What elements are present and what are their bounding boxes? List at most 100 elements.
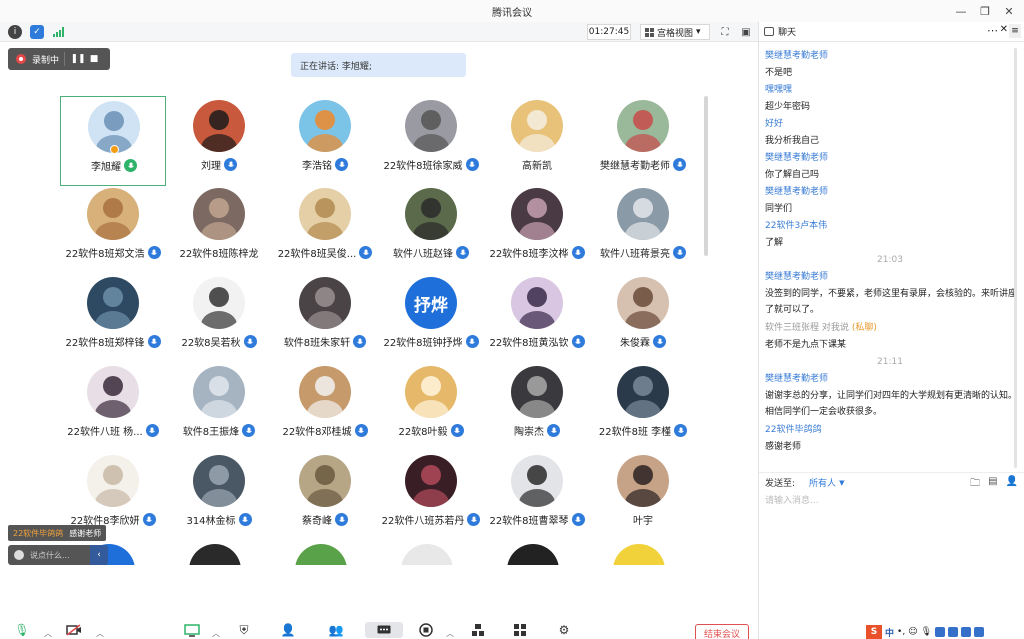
participant-tile[interactable]: 314林金标 <box>166 451 272 541</box>
camera-off-icon[interactable] <box>66 622 82 638</box>
signal-icon[interactable] <box>52 25 66 39</box>
participant-tile[interactable]: 朱俊霖 <box>590 273 696 363</box>
participant-tile[interactable]: 樊继慧考勤老师 <box>590 96 696 186</box>
participant-tile[interactable]: 刘理 <box>166 96 272 186</box>
participant-tile[interactable]: 李浩铭 <box>272 96 378 186</box>
chat-sender[interactable]: 樊继慧考勤老师 <box>765 48 828 65</box>
breakout-rooms-icon[interactable] <box>470 622 486 638</box>
grid-scrollbar[interactable] <box>704 96 708 256</box>
participant-tile[interactable]: 22软件8班 李槿 <box>590 362 696 452</box>
emoji-icon[interactable] <box>14 550 24 560</box>
file-icon[interactable]: 🗀 <box>970 476 980 493</box>
info-icon[interactable]: i <box>8 25 22 39</box>
chat-scrollbar[interactable] <box>1014 48 1017 468</box>
user-settings-icon[interactable]: 👤 <box>1006 476 1018 493</box>
participant-name: 朱俊霖 <box>620 338 650 349</box>
participant-tile[interactable]: 软件八班赵锋 <box>378 184 484 274</box>
pause-recording-button[interactable]: ❚❚ <box>70 51 86 67</box>
ime-logo-icon[interactable]: S <box>866 625 882 639</box>
chevron-up-icon[interactable]: ︿ <box>96 628 104 639</box>
participant-tile[interactable]: 高新凯 <box>484 96 590 186</box>
chevron-up-icon[interactable]: ︿ <box>446 628 454 639</box>
screenshot-icon[interactable]: ▤ <box>988 476 997 493</box>
participant-tile[interactable]: 22软件8班黄泓钦 <box>484 273 590 363</box>
chat-sender[interactable]: 嘿嘿嘿 <box>765 82 792 99</box>
participant-tile[interactable]: 22软件8班徐家威 <box>378 96 484 186</box>
participant-tile[interactable]: 22软件八班 杨... <box>60 362 166 452</box>
members-icon[interactable]: 👥 <box>328 622 344 638</box>
chat-preview[interactable]: 22软件毕鸽鸽 感谢老师 <box>8 525 107 541</box>
participant-tile[interactable]: 22软件8班吴俊... <box>272 184 378 274</box>
participant-name-row: 刘理 <box>166 157 272 172</box>
participant-tile[interactable]: 22软8叶毅 <box>378 362 484 452</box>
stop-recording-button[interactable]: ■ <box>86 51 102 67</box>
participant-tile[interactable]: 22软件8邓桂城 <box>272 362 378 452</box>
participant-name: 高新凯 <box>522 161 552 172</box>
invite-member-icon[interactable]: 👤 <box>280 622 296 638</box>
participant-tile[interactable]: 22软8吴若秋 <box>166 273 272 363</box>
end-meeting-button[interactable]: 结束会议 <box>695 624 749 639</box>
chat-button[interactable] <box>365 622 403 638</box>
minimize-button[interactable]: — <box>952 2 970 20</box>
microphone-icon[interactable]: 🎙 <box>921 627 932 637</box>
close-button[interactable]: ✕ <box>1000 2 1018 20</box>
chat-sender[interactable]: 樊继慧考勤老师 <box>765 371 828 388</box>
chat-sender[interactable]: 22软件毕鸽鸽 <box>765 422 821 439</box>
participant-tile[interactable]: 22软件8班郑文浩 <box>60 184 166 274</box>
avatar[interactable] <box>613 544 665 565</box>
window-controls: — ❐ ✕ <box>952 2 1018 20</box>
shirt-icon[interactable] <box>961 627 972 637</box>
avatar[interactable] <box>507 544 559 565</box>
chat-input[interactable]: 请输入消息... <box>765 493 819 506</box>
participant-tile[interactable]: 软件八班蒋景亮 <box>590 184 696 274</box>
chat-sender[interactable]: 22软件3卢本伟 <box>765 218 827 235</box>
restore-button[interactable]: ❐ <box>976 2 994 20</box>
participant-tile[interactable]: 22软件八班苏若丹 <box>378 451 484 541</box>
chevron-up-icon[interactable]: ︿ <box>44 628 52 639</box>
settings-gear-icon[interactable]: ⚙ <box>556 622 572 638</box>
more-options-icon[interactable]: ⋯ <box>987 24 998 37</box>
participant-tile[interactable]: 李旭耀 <box>60 96 166 186</box>
emoji-icon[interactable]: ☺ <box>908 627 917 637</box>
avatar[interactable] <box>295 544 347 565</box>
apps-icon[interactable] <box>512 622 528 638</box>
participant-tile[interactable]: 22软件8班李汶桦 <box>484 184 590 274</box>
punctuation-icon[interactable]: •, <box>897 627 905 637</box>
quick-chat-input[interactable]: 说点什么... ‹ <box>8 545 108 565</box>
avatar[interactable] <box>189 544 241 565</box>
chat-sender[interactable]: 樊继慧考勤老师 <box>765 150 828 167</box>
security-icon[interactable]: ⛨ <box>236 622 252 638</box>
record-button-icon[interactable] <box>418 622 434 638</box>
microphone-icon <box>238 513 252 526</box>
microphone-icon[interactable]: 🎙 <box>14 622 30 638</box>
ime-mode-icon[interactable]: 中 <box>885 626 894 639</box>
participant-tile[interactable]: 蔡奇峰 <box>272 451 378 541</box>
screen-share-icon[interactable] <box>184 622 200 638</box>
collapse-icon[interactable]: ‹ <box>90 545 108 565</box>
close-chat-icon[interactable]: ✕ <box>1000 24 1008 35</box>
menu-icon[interactable]: ≡ <box>1009 24 1021 38</box>
chat-sender[interactable]: 樊继慧考勤老师 <box>765 184 828 201</box>
chat-sender[interactable]: 好好 <box>765 116 783 133</box>
grid-view-button[interactable]: 宫格视图 ▾ <box>640 24 710 40</box>
chat-sender[interactable]: 樊继慧考勤老师 <box>765 269 828 286</box>
participant-tile[interactable]: 软件8王振烽 <box>166 362 272 452</box>
participant-tile[interactable]: 22软件8班曹翠琴 <box>484 451 590 541</box>
grid-tool-icon[interactable] <box>974 627 985 637</box>
participant-tile[interactable]: 陶崇杰 <box>484 362 590 452</box>
send-to-selector[interactable]: 所有人 <box>809 476 836 489</box>
participant-tile[interactable]: 抒烨 22软件8班钟抒烨 <box>378 273 484 363</box>
participant-tile[interactable]: 22软件8班郑梓锋 <box>60 273 166 363</box>
shield-icon[interactable]: ✓ <box>30 25 44 39</box>
keyboard-icon[interactable] <box>935 627 946 637</box>
chevron-down-icon[interactable]: ▼ <box>839 479 844 487</box>
avatar[interactable] <box>401 544 453 565</box>
participant-tile[interactable]: 叶宇 <box>590 451 696 541</box>
participant-tile[interactable]: 软件8班朱家轩 <box>272 273 378 363</box>
participant-tile[interactable]: 22软件8班陈梓龙 <box>166 184 272 274</box>
layout-toggle-icon[interactable]: ▣ <box>739 25 753 39</box>
microphone-icon <box>467 513 481 526</box>
chevron-up-icon[interactable]: ︿ <box>212 628 220 639</box>
fullscreen-icon[interactable]: ⛶ <box>718 25 732 39</box>
toolbox-icon[interactable] <box>948 627 959 637</box>
